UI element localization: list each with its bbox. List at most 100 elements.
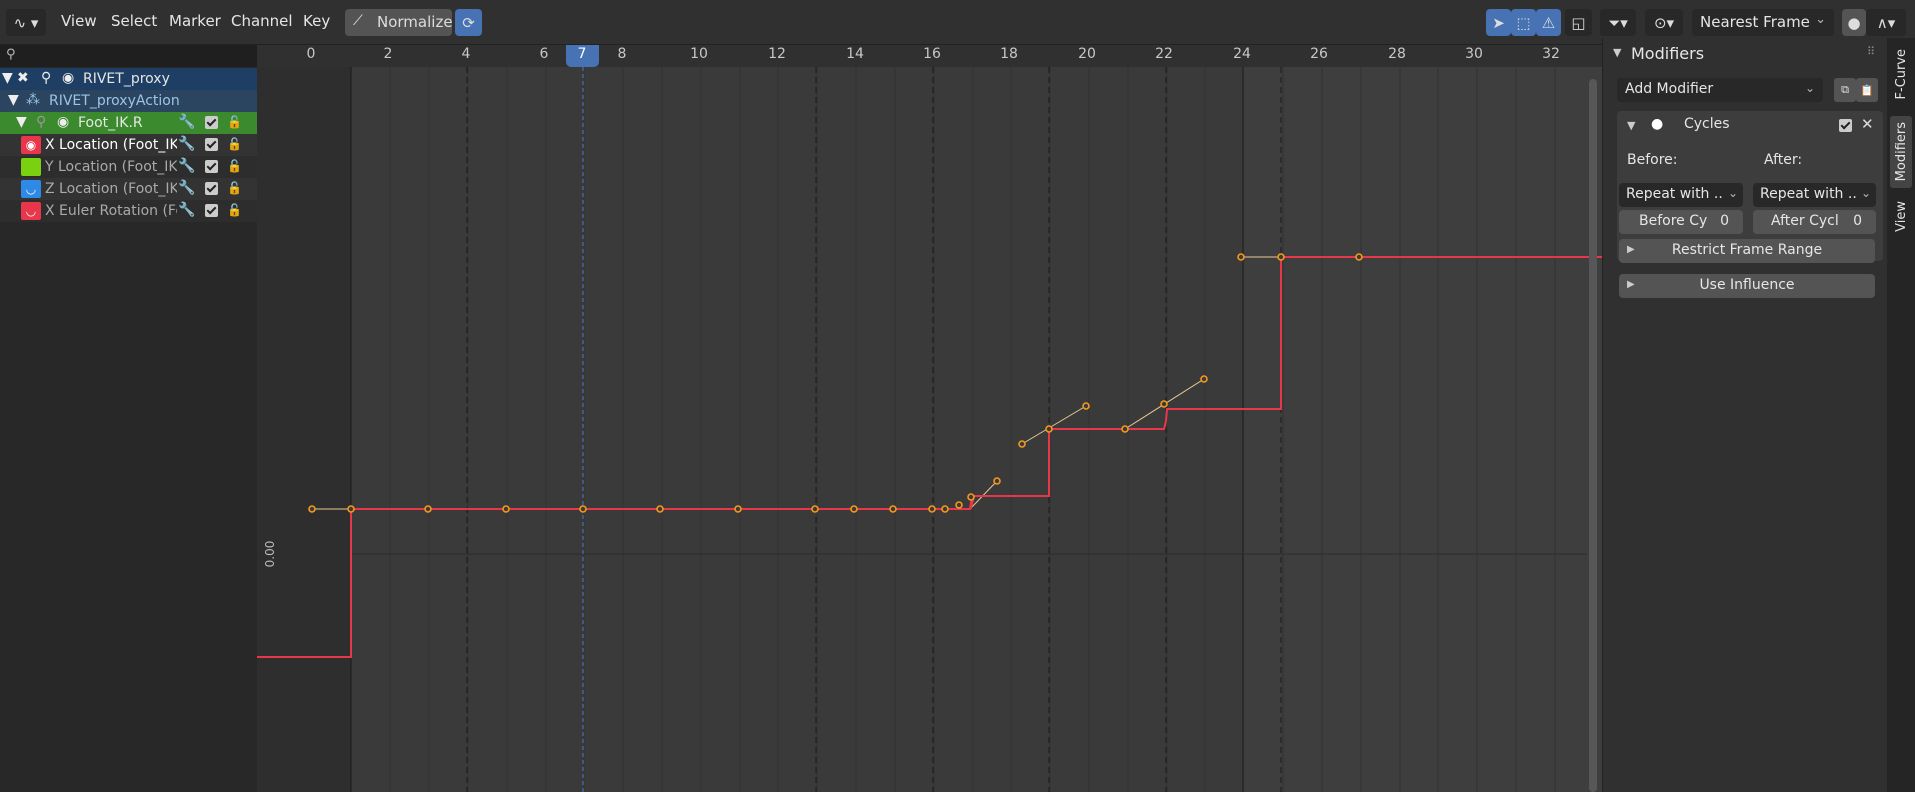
- close-icon[interactable]: ✕: [1861, 115, 1874, 133]
- graph-area[interactable]: 0.00 0 2 4 6 8 10 12 14 16 18 20 22 24 2…: [257, 45, 1602, 792]
- modifier-enable-checkbox[interactable]: [1839, 119, 1852, 132]
- search-icon: ⚲: [6, 47, 16, 62]
- add-modifier-label: Add Modifier: [1625, 81, 1714, 97]
- mute-checkbox[interactable]: [205, 160, 218, 173]
- sidebar-tabs: F-Curve Modifiers View: [1887, 38, 1915, 792]
- frame-tick-label: 8: [618, 46, 627, 62]
- lock-icon[interactable]: 🔓: [227, 159, 242, 173]
- expand-triangle-icon: ▼: [2, 70, 13, 86]
- keyframe[interactable]: [850, 505, 858, 513]
- drag-handle-icon[interactable]: ⠿: [1867, 45, 1875, 58]
- menu-view[interactable]: View: [61, 12, 97, 30]
- falloff-button[interactable]: ∧▾: [1866, 9, 1906, 36]
- graph-canvas[interactable]: 0.00 0 2 4 6 8 10 12 14 16 18 20 22 24 2…: [257, 45, 1602, 792]
- use-influence-panel[interactable]: ▶ Use Influence: [1619, 274, 1875, 298]
- before-cycles-field[interactable]: Before Cy 0: [1619, 210, 1743, 234]
- tab-f-curve-label: F-Curve: [1893, 48, 1909, 100]
- channel-group[interactable]: ▼ ⚲ ◉ Foot_IK.R 🔧 🔓: [0, 112, 257, 134]
- only-selected-button[interactable]: ➤: [1486, 9, 1511, 36]
- value-axis-label: 0.00: [263, 541, 277, 568]
- keyframe-handle[interactable]: [1121, 425, 1129, 433]
- menu-select[interactable]: Select: [111, 12, 157, 30]
- channel-curve[interactable]: ◡ Z Location (Foot_IK.R) 🔧 🔓: [0, 178, 257, 200]
- mute-checkbox[interactable]: [205, 204, 218, 217]
- mute-checkbox[interactable]: [205, 182, 218, 195]
- keyframe-handle[interactable]: [1200, 375, 1208, 383]
- keyframe[interactable]: [347, 505, 355, 513]
- paste-modifiers-button[interactable]: 📋: [1856, 78, 1878, 102]
- color-swatch[interactable]: [21, 158, 41, 176]
- snap-mode-value: Nearest Frame: [1700, 13, 1810, 31]
- channel-curve[interactable]: ◉ X Location (Foot_IK.R) 🔧 🔓: [0, 134, 257, 156]
- restrict-frame-range-panel[interactable]: ▶ Restrict Frame Range: [1619, 239, 1875, 263]
- menu-marker[interactable]: Marker: [169, 12, 221, 30]
- menu-channel[interactable]: Channel: [231, 12, 293, 30]
- keyframe-handle[interactable]: [308, 505, 316, 513]
- channel-object[interactable]: ▼ ✖ ⚲ ◉ RIVET_proxy: [0, 68, 257, 90]
- keyframe[interactable]: [1160, 400, 1168, 408]
- refresh-icon: ⟳: [462, 13, 475, 32]
- frame-tick-label: 0: [307, 46, 316, 62]
- keyframe-handle[interactable]: [1082, 402, 1090, 410]
- graph-editor-icon: ∿ ▾: [13, 13, 39, 32]
- show-hidden-button[interactable]: ⬚: [1511, 9, 1536, 36]
- keyframe[interactable]: [424, 505, 432, 513]
- keyframe[interactable]: [967, 493, 975, 501]
- channel-curve[interactable]: ◡ X Euler Rotation (Foot_IK.R) 🔧 🔓: [0, 200, 257, 222]
- menu-key[interactable]: Key: [303, 12, 330, 30]
- filter-button[interactable]: ⏷▾: [1600, 9, 1636, 36]
- normalize-button[interactable]: ⟋ Normalize: [345, 9, 453, 36]
- after-cycles-field[interactable]: After Cycl 0: [1753, 210, 1876, 234]
- channel-curve[interactable]: Y Location (Foot_IK.R) 🔧 🔓: [0, 156, 257, 178]
- keyframe[interactable]: [955, 501, 963, 509]
- keyframe[interactable]: [928, 505, 936, 513]
- editor-type-button[interactable]: ∿ ▾: [6, 9, 46, 36]
- curve-label: Z Location (Foot_IK.R): [45, 181, 177, 197]
- add-modifier-select[interactable]: Add Modifier ⌄: [1617, 78, 1823, 102]
- keyframe-handle[interactable]: [1355, 253, 1363, 261]
- mute-checkbox[interactable]: [205, 116, 218, 129]
- snap-mode-select[interactable]: Nearest Frame ⌄: [1692, 9, 1834, 36]
- hidden-eye-icon[interactable]: ◡: [21, 180, 41, 198]
- keyframe[interactable]: [811, 505, 819, 513]
- mute-checkbox[interactable]: [205, 138, 218, 151]
- channel-action-label: RIVET_proxyAction: [49, 93, 180, 109]
- tab-f-curve[interactable]: F-Curve: [1890, 42, 1912, 106]
- before-cycles-label: Before Cy: [1639, 213, 1708, 229]
- lock-icon[interactable]: 🔓: [227, 115, 242, 129]
- frame-tick-label: 20: [1078, 46, 1096, 62]
- view-normalized-button[interactable]: ◱: [1565, 9, 1592, 36]
- keyframe[interactable]: [1045, 425, 1053, 433]
- collapse-triangle-icon[interactable]: ▼: [1613, 46, 1621, 59]
- tab-modifiers[interactable]: Modifiers: [1890, 116, 1912, 188]
- keyframe[interactable]: [656, 505, 664, 513]
- keyframe[interactable]: [1277, 253, 1285, 261]
- keyframe-handle[interactable]: [1237, 253, 1245, 261]
- eye-icon[interactable]: ◉: [21, 136, 41, 154]
- pivot-button[interactable]: ⊙▾: [1645, 9, 1683, 36]
- keyframe[interactable]: [579, 505, 587, 513]
- lock-icon[interactable]: 🔓: [227, 181, 242, 195]
- keyframe[interactable]: [889, 505, 897, 513]
- keyframe[interactable]: [941, 505, 949, 513]
- keyframe-handle[interactable]: [993, 477, 1001, 485]
- tab-view[interactable]: View: [1890, 196, 1912, 236]
- panel-title: Modifiers: [1631, 44, 1705, 63]
- auto-normalize-button[interactable]: ⟳: [455, 9, 482, 36]
- hidden-eye-icon[interactable]: ◡: [21, 202, 41, 220]
- collapse-triangle-icon[interactable]: ▼: [1627, 119, 1635, 132]
- channel-search[interactable]: ⚲: [0, 45, 257, 67]
- lock-icon[interactable]: 🔓: [227, 203, 242, 217]
- before-mode-select[interactable]: Repeat with .. ⌄: [1619, 183, 1743, 207]
- only-errors-button[interactable]: ⚠: [1536, 9, 1561, 36]
- keyframe-handle[interactable]: [1018, 440, 1026, 448]
- channel-action[interactable]: ▼ ⁂ RIVET_proxyAction: [0, 90, 257, 112]
- vertical-scrollbar[interactable]: [1589, 79, 1597, 792]
- falloff-curve-icon: ∧▾: [1876, 13, 1896, 32]
- keyframe[interactable]: [502, 505, 510, 513]
- keyframe[interactable]: [734, 505, 742, 513]
- proportional-edit-button[interactable]: ●: [1842, 9, 1866, 36]
- copy-modifiers-button[interactable]: ⧉: [1834, 78, 1856, 102]
- after-mode-select[interactable]: Repeat with .. ⌄: [1753, 183, 1876, 207]
- lock-icon[interactable]: 🔓: [227, 137, 242, 151]
